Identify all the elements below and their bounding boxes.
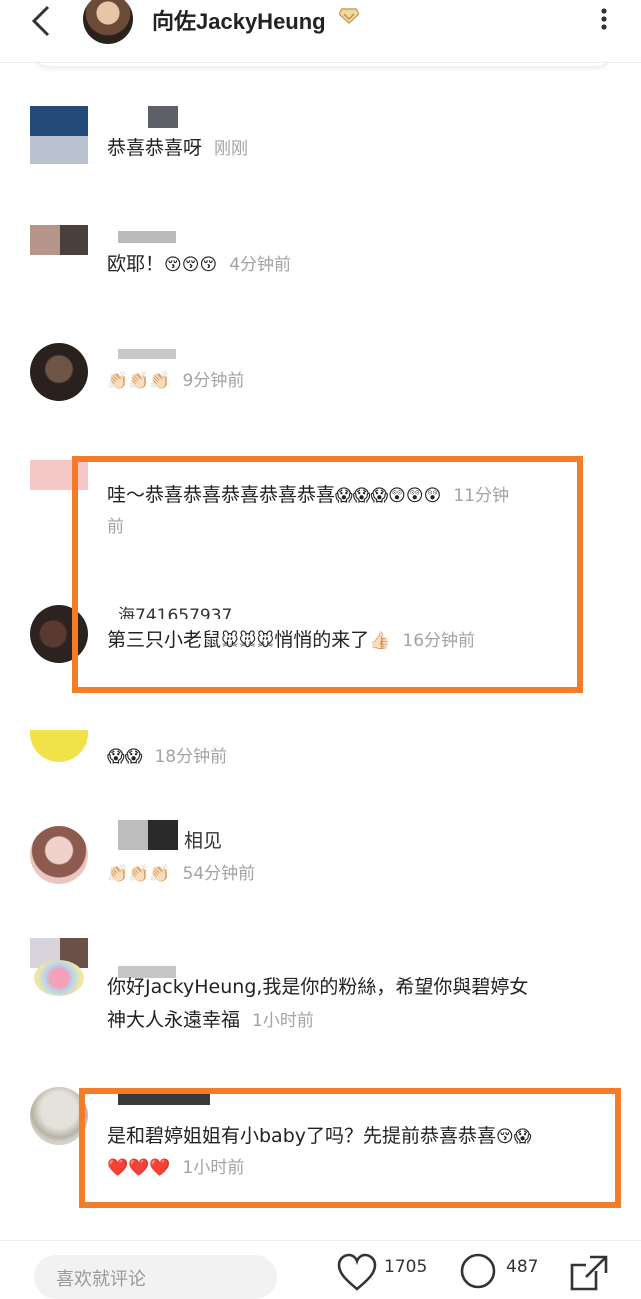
comment-text: 👏🏻👏🏻👏🏻 54分钟前 bbox=[107, 858, 255, 889]
comment-item: 👏🏻👏🏻👏🏻 9分钟前 bbox=[0, 343, 641, 403]
comment-bubble-icon[interactable] bbox=[458, 1253, 498, 1293]
comment-item: 相见 👏🏻👏🏻👏🏻 54分钟前 bbox=[0, 820, 641, 884]
avatar[interactable] bbox=[30, 225, 88, 255]
timestamp: 18分钟前 bbox=[154, 747, 228, 767]
comment-input[interactable]: 喜欢就评论 bbox=[34, 1255, 277, 1299]
avatar[interactable] bbox=[30, 938, 88, 996]
comment-count: 487 bbox=[506, 1257, 539, 1277]
comment-text: 欧耶！😚😚😚 4分钟前 bbox=[107, 253, 292, 275]
comment-text-continued: 神大人永遠幸福 1小时前 bbox=[107, 1009, 314, 1031]
emoji-group: 😱😱 bbox=[107, 747, 143, 767]
comment-item: 恭喜恭喜呀 刚刚 bbox=[0, 106, 641, 166]
share-arrow-icon[interactable] bbox=[568, 1253, 610, 1293]
like-count: 1705 bbox=[384, 1257, 428, 1277]
timestamp: 54分钟前 bbox=[182, 864, 256, 884]
comment-input-placeholder: 喜欢就评论 bbox=[56, 1269, 146, 1290]
timestamp: 4分钟前 bbox=[229, 255, 292, 275]
bottom-bar: 喜欢就评论 1705 487 bbox=[0, 1240, 641, 1299]
emoji-group: 👏🏻👏🏻👏🏻 bbox=[107, 371, 171, 391]
comment-text: 恭喜恭喜呀 刚刚 bbox=[107, 137, 249, 159]
top-bar: 向佐JackyHeung bbox=[0, 0, 641, 62]
comment-text: 你好JackyHeung,我是你的粉絲，希望你與碧婷女 bbox=[107, 976, 529, 998]
username[interactable]: 相见 bbox=[118, 820, 248, 850]
highlight-box bbox=[72, 456, 583, 693]
username[interactable] bbox=[118, 225, 178, 247]
vertical-dots-icon[interactable] bbox=[598, 4, 610, 34]
emoji-group: 😚😚😚 bbox=[164, 255, 218, 275]
page-title[interactable]: 向佐JackyHeung bbox=[152, 4, 326, 36]
heart-icon[interactable] bbox=[335, 1253, 379, 1293]
username[interactable] bbox=[118, 343, 178, 365]
timestamp: 9分钟前 bbox=[182, 371, 245, 391]
highlight-box bbox=[79, 1088, 621, 1208]
comment-item: 欧耶！😚😚😚 4分钟前 bbox=[0, 225, 641, 285]
emoji-group: 👏🏻👏🏻👏🏻 bbox=[107, 864, 171, 884]
comment-text: 😱😱 18分钟前 bbox=[107, 741, 227, 772]
avatar[interactable] bbox=[83, 0, 133, 44]
comment-item: 😱😱 18分钟前 bbox=[0, 730, 641, 780]
avatar[interactable] bbox=[30, 343, 88, 401]
chevron-left-icon[interactable] bbox=[28, 4, 56, 38]
comment-text: 👏🏻👏🏻👏🏻 9分钟前 bbox=[107, 365, 244, 396]
diamond-badge-icon bbox=[339, 8, 359, 24]
comment-item: 你好JackyHeung,我是你的粉絲，希望你與碧婷女 神大人永遠幸福 1小时前 bbox=[0, 938, 641, 1038]
timestamp: 1小时前 bbox=[252, 1011, 314, 1031]
avatar[interactable] bbox=[30, 730, 88, 762]
avatar[interactable] bbox=[30, 106, 88, 164]
username[interactable] bbox=[118, 106, 178, 128]
timestamp: 刚刚 bbox=[214, 139, 249, 159]
avatar[interactable] bbox=[30, 826, 88, 884]
